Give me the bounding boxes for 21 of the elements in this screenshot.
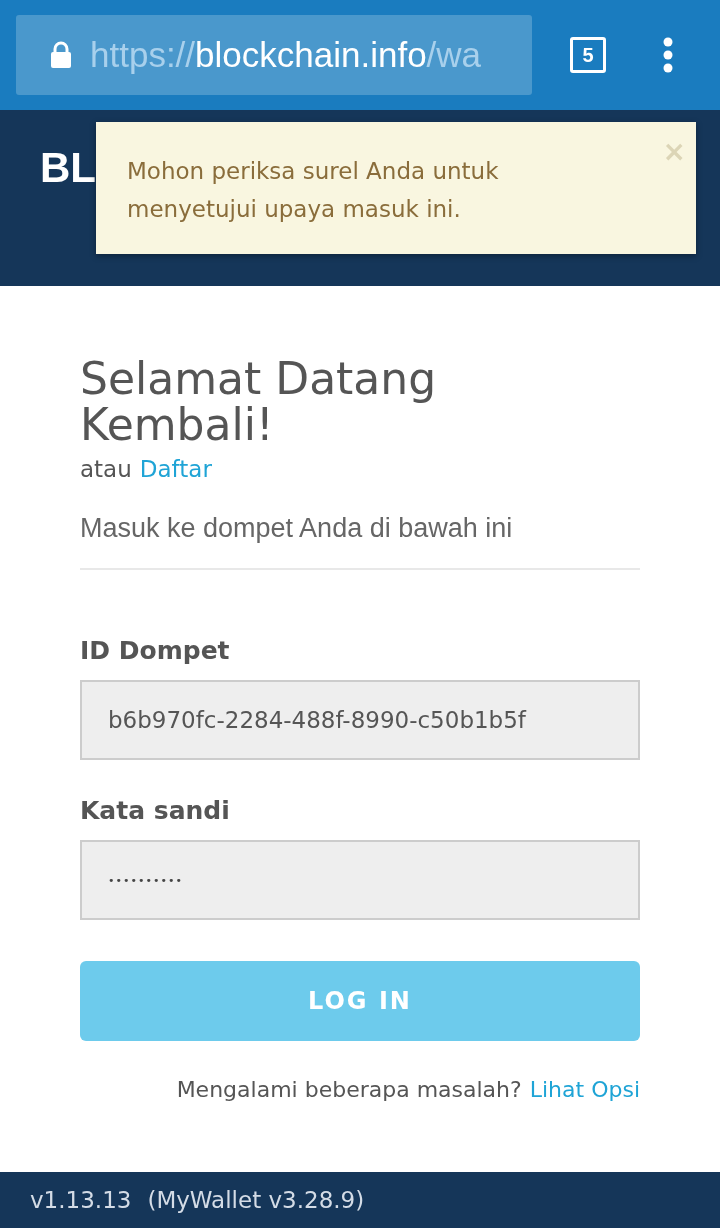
alert-message: Mohon periksa surel Anda untuk menyetujui upaya masuk ini. — [127, 157, 500, 224]
field-label: ID Dompet — [80, 636, 231, 666]
tab-switcher-button[interactable]: 5 — [570, 37, 606, 73]
logo-text: BL — [40, 144, 96, 192]
welcome-heading: Selamat Datang Kembali! — [80, 356, 438, 448]
menu-button[interactable] — [662, 37, 674, 73]
address-bar[interactable]: https://blockchain.info/wa — [16, 15, 532, 95]
options-link[interactable]: Lihat Opsi — [529, 1075, 640, 1105]
url-text: https://blockchain.info/wa — [90, 35, 482, 75]
subtitle-text: Masuk ke dompet Anda di bawah ini — [80, 512, 514, 544]
password-field[interactable]: •••••••••• — [80, 840, 640, 920]
login-button[interactable]: LOG IN — [80, 961, 640, 1041]
more-icon — [662, 37, 674, 73]
lock-icon — [50, 41, 72, 69]
version-text: v1.13.13 — [30, 1187, 132, 1213]
wallet-id-field[interactable]: b6b970fc-2284-488f-8990-c50b1b5f — [80, 680, 640, 760]
wallet-version-text: (MyWallet v3.28.9) — [147, 1187, 365, 1213]
signup-link[interactable]: Daftar — [139, 456, 212, 482]
field-label: Kata sandi — [80, 796, 231, 826]
help-text: Mengalami beberapa masalah? — [176, 1076, 522, 1104]
signup-prefix-text: atau — [80, 456, 132, 482]
